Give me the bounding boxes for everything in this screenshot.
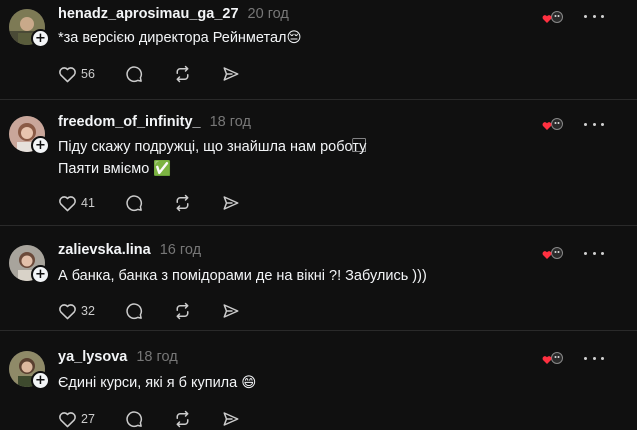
comment-bubble-icon (126, 303, 142, 320)
comment-post: + ya_lysova 18 год Єдині курси, які я б … (0, 331, 637, 430)
like-button[interactable]: 56 (58, 65, 95, 83)
reaction-icon[interactable] (541, 351, 563, 367)
like-count: 27 (81, 412, 95, 426)
like-button[interactable]: 32 (58, 302, 95, 320)
repost-button[interactable] (173, 302, 192, 320)
more-dots-icon[interactable] (584, 353, 604, 363)
emoji: 😔 (286, 30, 302, 46)
action-bar: 41 (58, 192, 270, 214)
repost-button[interactable] (173, 65, 192, 83)
heart-icon (59, 412, 76, 428)
share-button[interactable] (222, 65, 240, 83)
timestamp: 16 год (159, 242, 202, 258)
reaction-icon[interactable] (541, 10, 563, 26)
comment-post: + freedom_of_infinity_ 18 год Піду скажу… (0, 100, 637, 225)
emoji: ✅ (153, 161, 172, 177)
comment-text: Піду скажу подружці, що знайшла нам робо… (58, 136, 366, 180)
heart-icon (59, 196, 76, 212)
heart-icon (59, 67, 76, 83)
repost-icon (176, 194, 189, 212)
avatar-container[interactable]: + (9, 351, 50, 390)
comment-button[interactable] (125, 194, 143, 212)
follow-plus-icon[interactable]: + (31, 136, 50, 155)
post-header: zalievska.lina 16 год (58, 242, 201, 262)
like-count: 32 (81, 304, 95, 318)
avatar-container[interactable]: + (9, 245, 50, 284)
comment-post: + henadz_aprosimau_ga_27 20 год *за верс… (0, 0, 637, 99)
like-button[interactable]: 41 (58, 194, 95, 212)
send-icon (223, 304, 239, 318)
comment-line: Єдині курси, які я б купила 😄 (58, 375, 257, 391)
comment-button[interactable] (125, 65, 143, 83)
comment-button[interactable] (125, 302, 143, 320)
action-bar: 32 (58, 300, 270, 322)
username[interactable]: zalievska.lina (58, 242, 151, 258)
username[interactable]: ya_lysova (58, 349, 127, 365)
comment-line: А банка, банка з помідорами де на вікні … (58, 268, 427, 284)
follow-plus-icon[interactable]: + (31, 29, 50, 48)
heart-icon (59, 304, 76, 320)
comment-line: Паяти вміємо ✅ (58, 161, 172, 177)
like-count: 56 (81, 67, 95, 81)
comment-text: *за версією директора Рейнметал😔 (58, 27, 302, 49)
action-bar: 56 (58, 63, 270, 85)
share-button[interactable] (222, 410, 240, 428)
repost-icon (176, 65, 189, 83)
comment-button[interactable] (125, 410, 143, 428)
comment-line: *за версією директора Рейнметал😔 (58, 30, 302, 46)
share-button[interactable] (222, 194, 240, 212)
reaction-icon[interactable] (541, 117, 563, 133)
more-dots-icon[interactable] (584, 248, 604, 258)
username[interactable]: freedom_of_infinity_ (58, 114, 201, 130)
follow-plus-icon[interactable]: + (31, 265, 50, 284)
reaction-icon[interactable] (541, 246, 563, 262)
share-button[interactable] (222, 302, 240, 320)
repost-button[interactable] (173, 194, 192, 212)
like-count: 41 (81, 196, 95, 210)
more-dots-icon[interactable] (584, 119, 604, 129)
comment-text: А банка, банка з помідорами де на вікні … (58, 265, 427, 287)
timestamp: 18 год (209, 114, 251, 130)
repost-button[interactable] (173, 410, 192, 428)
comment-bubble-icon (126, 66, 142, 83)
post-header: freedom_of_infinity_ 18 год (58, 114, 251, 134)
emoji: 😄 (241, 375, 257, 391)
comment-post: + zalievska.lina 16 год А банка, банка з… (0, 226, 637, 330)
comment-text: Єдині курси, які я б купила 😄 (58, 372, 256, 394)
repost-icon (176, 410, 189, 428)
post-header: henadz_aprosimau_ga_27 20 год (58, 6, 289, 26)
comment-line: Піду скажу подружці, що знайшла нам робо… (58, 139, 367, 155)
like-button[interactable]: 27 (58, 410, 95, 428)
send-icon (223, 412, 239, 426)
comments-feed: + henadz_aprosimau_ga_27 20 год *за верс… (0, 0, 637, 430)
follow-plus-icon[interactable]: + (31, 371, 50, 390)
more-dots-icon[interactable] (584, 11, 604, 21)
timestamp: 18 год (136, 349, 178, 365)
action-bar: 27 (58, 408, 270, 430)
avatar-container[interactable]: + (9, 9, 50, 48)
avatar-container[interactable]: + (9, 116, 50, 155)
send-icon (223, 67, 239, 81)
send-icon (223, 196, 239, 210)
timestamp: 20 год (247, 6, 289, 22)
repost-icon (176, 302, 189, 320)
username[interactable]: henadz_aprosimau_ga_27 (58, 6, 239, 22)
post-header: ya_lysova 18 год (58, 349, 178, 369)
comment-bubble-icon (126, 195, 142, 212)
comment-bubble-icon (126, 411, 142, 428)
